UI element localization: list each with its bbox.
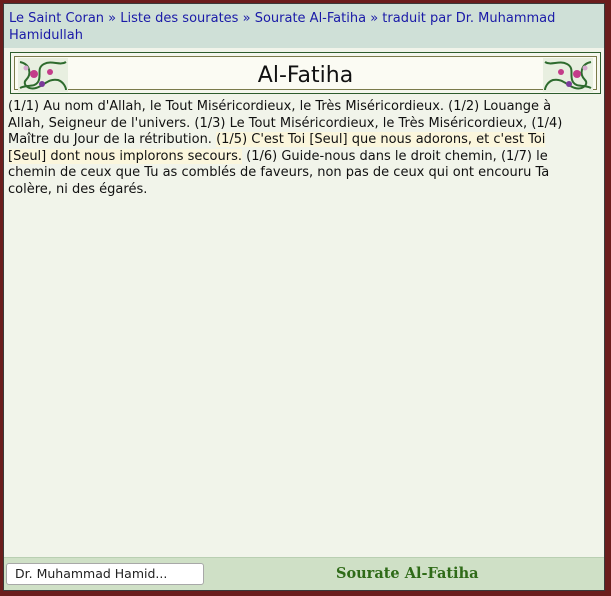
title-banner-inner: Al-Fatiha	[14, 56, 597, 92]
verse: (1/3) Le Tout Miséricordieux, le Très Mi…	[194, 115, 528, 131]
title-banner: Al-Fatiha	[10, 52, 601, 94]
verse: (1/6) Guide-nous dans le droit chemin,	[246, 148, 497, 164]
breadcrumb-link-liste-sourates[interactable]: Liste des sourates	[120, 11, 238, 26]
breadcrumb: Le Saint Coran » Liste des sourates » So…	[4, 4, 604, 48]
breadcrumb-link-saint-coran[interactable]: Le Saint Coran	[9, 11, 104, 26]
page-title: Al-Fatiha	[257, 63, 354, 88]
breadcrumb-separator: »	[242, 11, 251, 26]
verses-text: (1/1) Au nom d'Allah, le Tout Miséricord…	[8, 99, 580, 198]
page-frame: Le Saint Coran » Liste des sourates » So…	[3, 3, 605, 591]
floral-ornament-icon	[543, 58, 593, 92]
footer-bar: Dr. Muhammad Hamid... Sourate Al-Fatiha	[4, 557, 604, 590]
breadcrumb-separator: »	[370, 11, 379, 26]
sourate-name: Sourate Al-Fatiha	[336, 565, 479, 582]
breadcrumb-link-sourate[interactable]: Sourate Al-Fatiha	[255, 11, 366, 26]
translator-select[interactable]: Dr. Muhammad Hamid...	[6, 563, 204, 585]
breadcrumb-separator: »	[108, 11, 117, 26]
verse: (1/1) Au nom d'Allah, le Tout Miséricord…	[8, 99, 445, 114]
